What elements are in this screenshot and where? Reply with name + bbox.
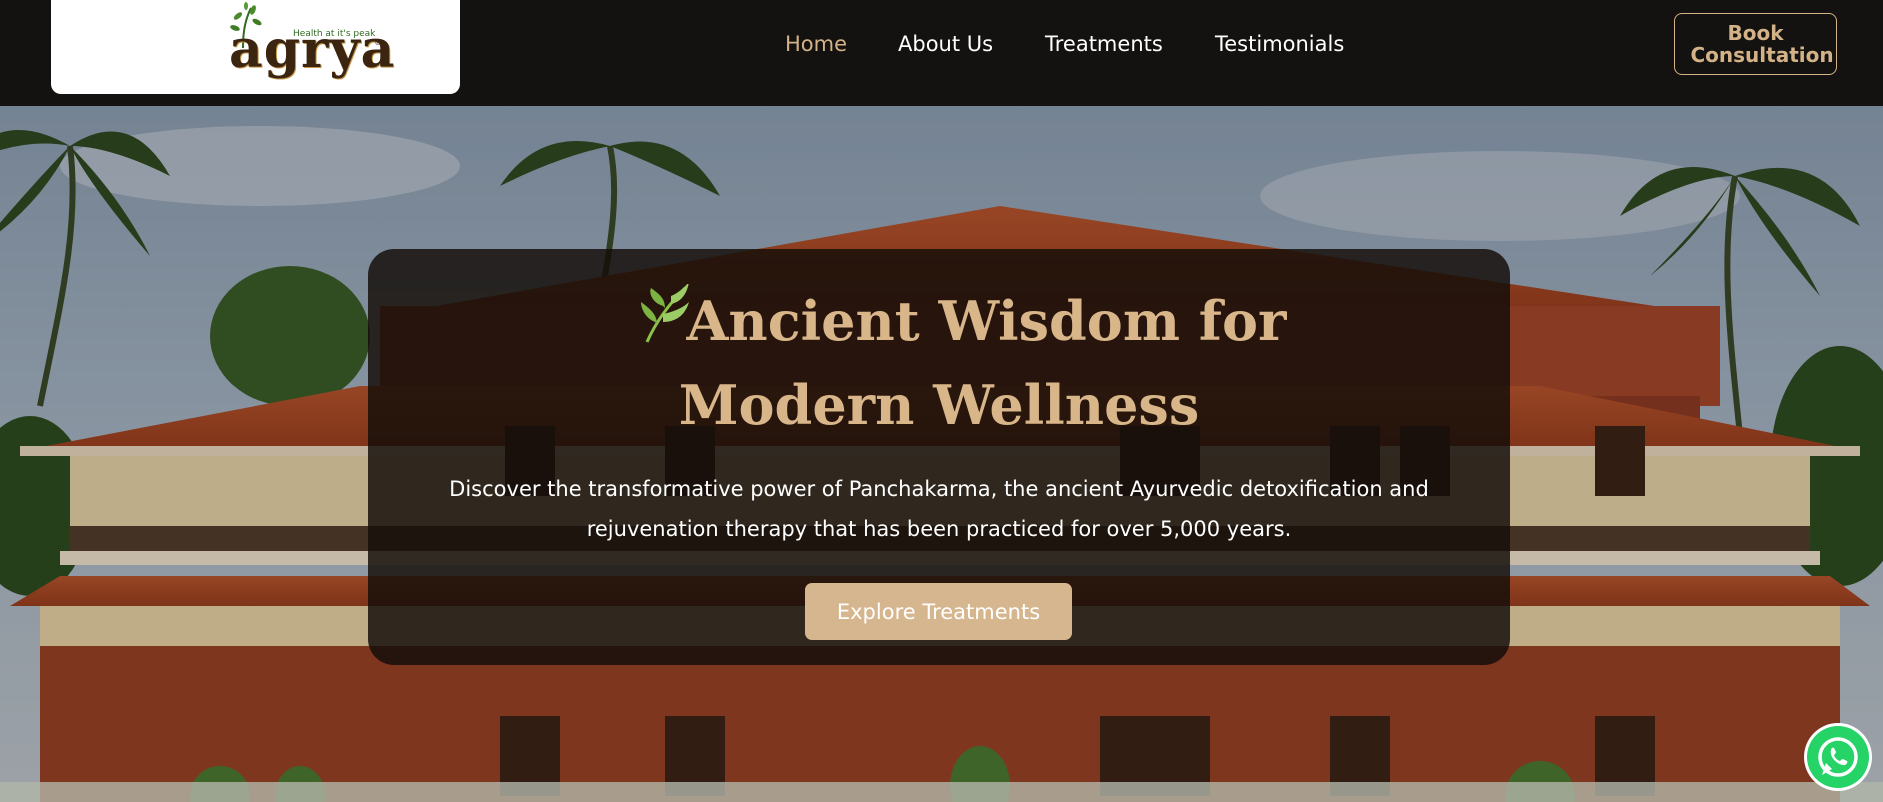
logo[interactable]: agrya Health at it's peak ® [51,0,460,94]
book-consultation-label: Book Consultation [1690,21,1834,67]
whatsapp-icon [1818,737,1858,777]
explore-treatments-label: Explore Treatments [836,599,1041,624]
hero-title-line1: Ancient Wisdom for [686,289,1287,353]
logo-registered-mark: ® [374,38,382,47]
hero-title: Ancient Wisdom for Modern Wellness [368,279,1510,447]
nav-item-about-us[interactable]: About Us [898,32,993,56]
hero-title-line2: Modern Wellness [678,373,1200,437]
explore-treatments-button[interactable]: Explore Treatments [805,583,1072,640]
hero-subtitle: Discover the transformative power of Pan… [449,477,1429,541]
logo-tagline: Health at it's peak [293,29,376,39]
site-header: agrya Health at it's peak ® Home About U… [0,0,1883,106]
book-consultation-button[interactable]: Book Consultation [1674,13,1837,75]
hero-card: Ancient Wisdom for Modern Wellness Disco… [368,249,1510,665]
nav-item-treatments[interactable]: Treatments [1045,32,1163,56]
nav-item-testimonials[interactable]: Testimonials [1215,32,1344,56]
nav-item-home[interactable]: Home [785,32,847,56]
whatsapp-button[interactable] [1807,726,1869,788]
